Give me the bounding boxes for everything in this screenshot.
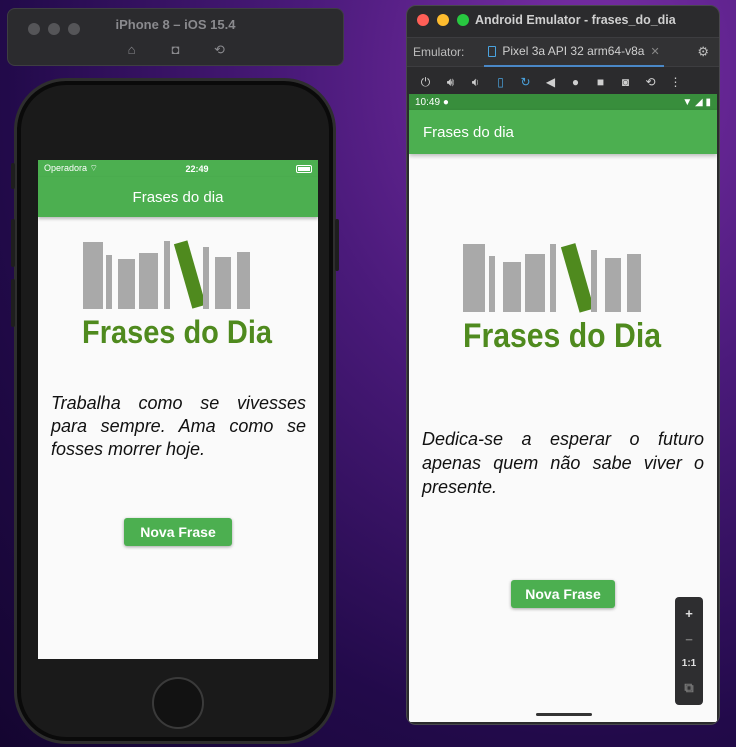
frases-do-dia-logo: Frases do Dia bbox=[463, 243, 662, 355]
app-bar: Frases do dia bbox=[38, 177, 318, 217]
carrier-label: Operadora ⌔ bbox=[44, 163, 99, 173]
device-tab-label: Pixel 3a API 32 arm64-v8a bbox=[502, 44, 645, 58]
zoom-in-button[interactable]: + bbox=[685, 606, 693, 621]
close-tab-icon[interactable]: ✕ bbox=[650, 45, 659, 58]
battery-icon bbox=[295, 164, 312, 173]
fit-screen-icon[interactable]: ⧉ bbox=[684, 680, 693, 696]
emulator-tab-bar: Emulator: Pixel 3a API 32 arm64-v8a ✕ ⚙ bbox=[407, 37, 719, 67]
rotate-left-icon[interactable]: ▯ bbox=[488, 75, 513, 89]
volume-up-icon[interactable]: 🔊︎ bbox=[438, 75, 463, 90]
zoom-window-button[interactable] bbox=[457, 14, 469, 26]
snapshot-icon[interactable]: ⟲ bbox=[638, 75, 663, 89]
home-button[interactable] bbox=[152, 677, 204, 729]
screenshot-icon[interactable]: ◘ bbox=[167, 42, 185, 58]
home-icon[interactable]: ⌂ bbox=[123, 42, 141, 58]
zoom-out-button[interactable]: − bbox=[685, 632, 693, 647]
button-container: Nova Frase bbox=[38, 518, 318, 546]
volume-down-side-button bbox=[11, 279, 15, 327]
power-side-button bbox=[335, 219, 339, 271]
home-icon[interactable]: ● bbox=[563, 75, 588, 89]
ios-window-title: iPhone 8 – iOS 15.4 bbox=[115, 17, 236, 32]
quote-text: Trabalha como se vivesses para sempre. A… bbox=[51, 393, 306, 459]
app-bar-title: Frases do dia bbox=[132, 188, 224, 206]
app-bar: Frases do dia bbox=[409, 110, 717, 154]
quote-text: Dedica-se a esperar o futuro apenas quem… bbox=[422, 429, 704, 497]
emulator-window-controls bbox=[417, 14, 469, 26]
signal-icon: ◢ bbox=[695, 96, 703, 108]
frases-do-dia-logo: Frases do Dia bbox=[82, 240, 272, 350]
nova-frase-button[interactable]: Nova Frase bbox=[124, 518, 232, 546]
logo-text: Frases do Dia bbox=[82, 314, 272, 350]
nova-frase-button[interactable]: Nova Frase bbox=[511, 580, 615, 608]
minimize-window-button[interactable] bbox=[437, 14, 449, 26]
logo-text: Frases do Dia bbox=[463, 317, 662, 355]
device-tab[interactable]: Pixel 3a API 32 arm64-v8a ✕ bbox=[484, 37, 664, 67]
button-container: Nova Frase bbox=[409, 580, 717, 608]
wifi-icon: ▼ bbox=[682, 96, 693, 108]
close-window-button[interactable] bbox=[417, 14, 429, 26]
volume-down-icon[interactable]: 🔉︎ bbox=[463, 75, 488, 90]
back-icon[interactable]: ◀ bbox=[538, 75, 563, 89]
android-status-bar: 10:49 ● ▼ ◢ ▮ bbox=[409, 94, 717, 110]
status-icons: ▼ ◢ ▮ bbox=[682, 97, 711, 108]
overview-icon[interactable]: ■ bbox=[588, 75, 613, 89]
mute-switch bbox=[11, 163, 15, 189]
android-emulator-window: Android Emulator - frases_do_dia Emulato… bbox=[406, 5, 720, 725]
status-time: 22:49 bbox=[185, 163, 209, 174]
volume-up-side-button bbox=[11, 219, 15, 267]
camera-icon[interactable]: ◙ bbox=[613, 75, 638, 89]
wifi-icon: ⌔ bbox=[89, 163, 99, 173]
ios-toolbar: ⌂ ◘ ⟲ bbox=[8, 42, 343, 58]
notification-icon: ● bbox=[442, 96, 449, 108]
power-icon[interactable]: ⏻ bbox=[413, 75, 438, 90]
emulator-toolbar: ⏻ 🔊︎ 🔉︎ ▯ ↻ ◀ ● ■ ◙ ⟲ ⋮ bbox=[407, 68, 719, 96]
status-time: 10:49 bbox=[415, 96, 441, 108]
emulator-window-title: Android Emulator - frases_do_dia bbox=[475, 13, 676, 27]
app-bar-title: Frases do dia bbox=[423, 123, 514, 141]
rotate-icon[interactable]: ⟲ bbox=[211, 42, 229, 58]
ios-simulator-titlebar: iPhone 8 – iOS 15.4 ⌂ ◘ ⟲ bbox=[7, 8, 344, 66]
gesture-nav-bar[interactable] bbox=[536, 713, 592, 716]
iphone-device-frame: Operadora ⌔ 22:49 Frases do dia Frases d… bbox=[11, 78, 339, 744]
more-icon[interactable]: ⋮ bbox=[663, 75, 688, 89]
actual-size-button[interactable]: 1:1 bbox=[682, 658, 696, 669]
ios-status-bar: Operadora ⌔ 22:49 bbox=[38, 160, 318, 177]
battery-icon: ▮ bbox=[705, 96, 711, 108]
status-time-group: 10:49 ● bbox=[415, 97, 449, 108]
device-icon bbox=[488, 45, 497, 57]
rotate-right-icon[interactable]: ↻ bbox=[513, 75, 538, 89]
emulator-label: Emulator: bbox=[413, 45, 465, 59]
zoom-controls: + − 1:1 ⧉ bbox=[675, 597, 703, 705]
iphone-screen: Operadora ⌔ 22:49 Frases do dia Frases d… bbox=[38, 160, 318, 659]
gear-icon[interactable]: ⚙ bbox=[697, 44, 709, 60]
android-screen: 10:49 ● ▼ ◢ ▮ Frases do dia Frases do Di… bbox=[409, 94, 717, 722]
